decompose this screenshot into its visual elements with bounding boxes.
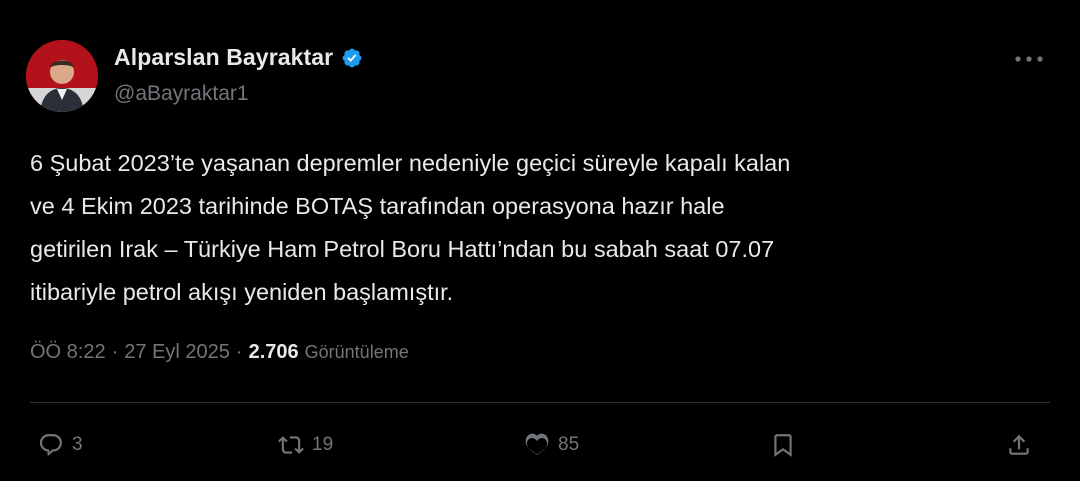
avatar[interactable]	[26, 40, 98, 112]
bookmark-icon	[774, 434, 792, 457]
tweet-line: 6 Şubat 2023’te yaşanan depremler nedeni…	[30, 150, 791, 176]
views-count[interactable]: 2.706	[249, 341, 299, 364]
views-label: Görüntüleme	[304, 342, 409, 362]
verified-badge-icon	[342, 48, 362, 67]
user-handle[interactable]: @aBayraktar1	[114, 82, 249, 106]
retweet-count: 19	[312, 434, 334, 455]
meta-separator: ·	[235, 341, 243, 363]
tweet-line: getirilen Irak – Türkiye Ham Petrol Boru…	[30, 236, 775, 262]
heart-icon	[525, 433, 549, 455]
reply-button[interactable]: 3	[38, 428, 83, 462]
tweet-line: ve 4 Ekim 2023 tarihinde BOTAŞ tarafında…	[30, 193, 725, 219]
tweet-line: itibariyle petrol akışı yeniden başlamış…	[30, 279, 454, 305]
divider	[30, 402, 1050, 403]
tweet-time[interactable]: ÖÖ 8:22	[30, 341, 106, 364]
like-button[interactable]: 85	[524, 428, 579, 462]
more-button[interactable]	[1012, 46, 1046, 72]
tweet-date[interactable]: 27 Eyl 2025	[124, 341, 230, 364]
reply-icon	[39, 434, 62, 456]
more-dots-icon	[1015, 56, 1043, 62]
tweet-text: 6 Şubat 2023’te yaşanan depremler nedeni…	[30, 142, 1050, 314]
share-icon	[1009, 434, 1029, 455]
tweet-meta: ÖÖ 8:22 · 27 Eyl 2025 · 2.706 Görüntülem…	[30, 341, 409, 364]
retweet-button[interactable]: 19	[278, 428, 333, 462]
bookmark-button[interactable]	[770, 428, 796, 462]
share-button[interactable]	[1006, 428, 1032, 462]
like-count: 85	[558, 434, 580, 455]
avatar-image	[26, 40, 98, 112]
retweet-icon	[278, 436, 304, 454]
meta-separator: ·	[111, 341, 119, 363]
display-name[interactable]: Alparslan Bayraktar	[114, 44, 333, 71]
reply-count: 3	[72, 434, 83, 455]
